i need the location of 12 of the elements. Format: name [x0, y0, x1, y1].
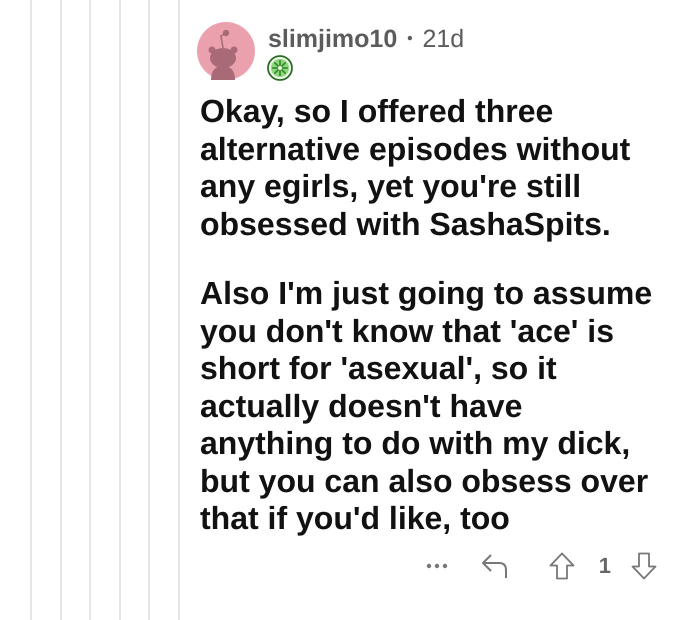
downvote-icon[interactable]: [631, 552, 657, 580]
separator-dot: •: [407, 29, 412, 49]
upvote-icon[interactable]: [548, 552, 575, 580]
lime-slice-icon: [268, 55, 294, 81]
more-icon[interactable]: [426, 562, 448, 568]
vote-score: 1: [598, 554, 611, 576]
avatar-icon[interactable]: [197, 22, 255, 81]
reply-icon[interactable]: [480, 552, 509, 578]
comment-paragraph: Okay, so I offered three alternative episodes without any egirls, yet you're still obsessed with SashaSpits.: [200, 93, 632, 243]
comment-paragraph: Also I'm just going to assume you don't know that 'ace' is short for 'asexual', so it actually doesn't have anything to do with my dick, but you can also obsess over that if you'd like, too: [200, 275, 654, 538]
comment-age: 21d: [422, 25, 464, 53]
username[interactable]: slimjimo10: [268, 25, 398, 53]
